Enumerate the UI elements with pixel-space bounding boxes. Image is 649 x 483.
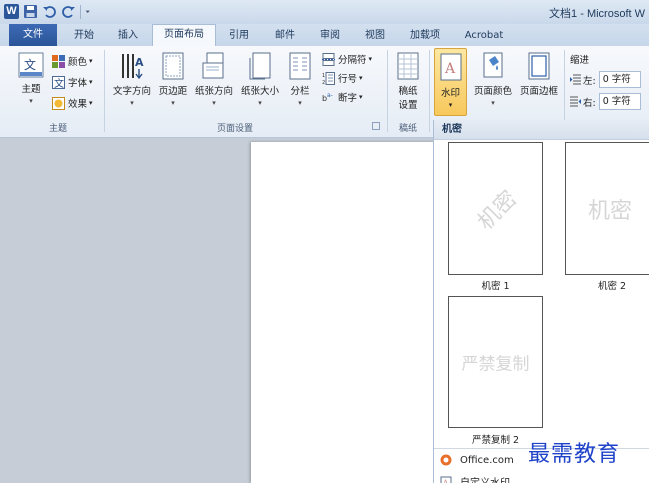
brand-watermark-overlay: 最需教育: [528, 442, 621, 467]
tab-view[interactable]: 视图: [355, 26, 395, 46]
watermark-preview-text: 机密: [472, 185, 522, 235]
watermark-option-confidential-1[interactable]: 机密: [448, 142, 543, 275]
line-numbers-icon: 1 2: [322, 71, 335, 85]
office-com-icon: [440, 454, 452, 466]
watermark-option-do-not-copy-2[interactable]: 严禁复制: [448, 296, 543, 428]
custom-watermark-item[interactable]: A 自定义水印: [440, 474, 510, 483]
customize-qat-icon[interactable]: [85, 4, 94, 19]
ribbon-tab-bar: 文件 开始 插入 页面布局 引用 邮件 审阅 视图 加载项 Acrobat: [0, 24, 649, 46]
gallery-category-header: 机密: [434, 120, 649, 140]
tab-insert[interactable]: 插入: [108, 26, 148, 46]
undo-icon[interactable]: [42, 4, 57, 19]
theme-fonts-icon: 文: [52, 75, 65, 89]
svg-text:2: 2: [322, 80, 325, 85]
themes-dropdown-arrow: ▾: [29, 97, 33, 105]
watermark-preview-text: 机密: [587, 198, 633, 224]
indent-left-input[interactable]: 0 字符: [598, 71, 641, 88]
group-separator: [429, 50, 430, 132]
indent-left-row: 左: 0 字符: [570, 71, 641, 88]
watermark-option-confidential-2[interactable]: 机密: [565, 142, 649, 275]
page-borders-icon: [528, 52, 550, 80]
svg-text:文: 文: [24, 57, 36, 72]
margins-button[interactable]: 页边距 ▾: [156, 52, 190, 107]
indent-right-icon: [570, 96, 581, 107]
watermark-option-label: 机密 1: [481, 281, 510, 292]
window-title: 文档1 - Microsoft W: [549, 8, 645, 20]
tab-home[interactable]: 开始: [64, 26, 104, 46]
redo-icon[interactable]: [61, 4, 76, 19]
tab-addins[interactable]: 加载项: [402, 26, 448, 46]
watermark-button[interactable]: A 水印 ▾: [434, 48, 467, 116]
orientation-button[interactable]: 纸张方向 ▾: [192, 52, 236, 107]
page-setup-group-label: 页面设置: [216, 124, 253, 134]
svg-text:A: A: [135, 56, 144, 69]
size-button[interactable]: 纸张大小 ▾: [238, 52, 282, 107]
tab-review[interactable]: 审阅: [310, 26, 350, 46]
hyphenation-icon: b a-: [322, 92, 333, 103]
theme-effects-icon: [52, 96, 65, 110]
theme-colors-button[interactable]: 颜色 ▾: [52, 54, 93, 68]
quick-access-toolbar: W: [4, 4, 94, 19]
draft-paper-icon: [397, 52, 419, 80]
office-com-watermarks-item[interactable]: Office.com: [440, 454, 514, 466]
custom-watermark-icon: A: [440, 476, 452, 483]
page-color-button[interactable]: 页面颜色 ▾: [472, 52, 514, 107]
svg-text:1: 1: [322, 73, 325, 79]
tab-file[interactable]: 文件: [9, 24, 57, 46]
tab-mailings[interactable]: 邮件: [265, 26, 305, 46]
svg-text:A: A: [442, 479, 449, 483]
page-borders-button[interactable]: 页面边框: [516, 52, 562, 97]
columns-button[interactable]: 分栏 ▾: [286, 52, 314, 107]
line-numbers-button[interactable]: 1 2 行号 ▾: [322, 71, 363, 85]
document-page[interactable]: [251, 142, 451, 483]
page-color-icon: [483, 52, 503, 78]
tab-acrobat[interactable]: Acrobat: [456, 26, 512, 46]
breaks-icon: [322, 52, 335, 66]
indent-panel: 缩进 左: 0 字符 右: 0 字符: [570, 52, 641, 110]
themes-button[interactable]: 文 主题 ▾: [16, 52, 46, 105]
text-direction-button[interactable]: A 文字方向 ▾: [110, 52, 154, 107]
title-bar: W 文档1 - Microsoft W: [0, 0, 649, 24]
tab-references[interactable]: 引用: [220, 26, 258, 46]
hyphenation-button[interactable]: b a- 断字 ▾: [322, 90, 363, 105]
tab-page-layout[interactable]: 页面布局: [152, 24, 216, 46]
svg-text:a-: a-: [327, 92, 333, 99]
indent-title: 缩进: [570, 55, 590, 66]
save-icon[interactable]: [23, 4, 38, 19]
watermark-preview-text: 严禁复制: [461, 354, 530, 375]
breaks-button[interactable]: 分隔符 ▾: [322, 52, 372, 66]
margins-icon: [162, 52, 184, 80]
theme-effects-button[interactable]: 效果 ▾: [52, 96, 93, 110]
svg-text:文: 文: [54, 77, 64, 89]
page-setup-dialog-launcher[interactable]: [372, 122, 380, 130]
svg-text:A: A: [444, 61, 456, 77]
text-direction-icon: A: [122, 54, 144, 80]
indent-right-row: 右: 0 字符: [570, 93, 641, 110]
indent-right-input[interactable]: 0 字符: [598, 93, 641, 110]
watermark-gallery: 机密 机密 机密 1 机密 机密 2 严禁复制 严禁复制 2 Office.co…: [433, 120, 649, 483]
draft-group-label: 稿纸: [398, 124, 417, 134]
indent-left-icon: [570, 74, 581, 85]
theme-fonts-button[interactable]: 文 字体 ▾: [52, 75, 93, 89]
group-separator: [387, 50, 388, 132]
watermark-icon: A: [440, 53, 462, 81]
themes-group-label: 主题: [48, 124, 67, 134]
columns-icon: [289, 52, 311, 80]
themes-icon: 文: [18, 52, 44, 78]
paper-size-icon: [249, 52, 271, 80]
group-separator: [104, 50, 105, 132]
orientation-icon: [202, 52, 224, 79]
draft-paper-setup-button[interactable]: 稿纸 设置: [393, 52, 423, 111]
theme-colors-icon: [52, 54, 65, 68]
qat-separator: [80, 4, 81, 19]
watermark-option-label: 机密 2: [597, 281, 627, 292]
word-app-icon[interactable]: W: [4, 4, 19, 19]
